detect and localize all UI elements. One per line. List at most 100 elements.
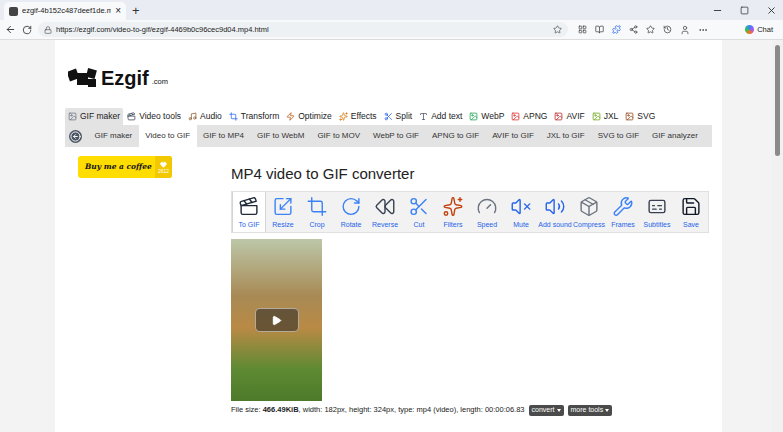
sub-nav-item[interactable]: AVIF to GIF [486,125,541,147]
address-toolbar: https://ezgif.com/video-to-gif/ezgif-446… [0,20,783,40]
tool-button[interactable]: Reverse [368,192,402,232]
tab-bar: ezgif-4b152c487deef1de.mp4 - M× + [0,0,783,20]
url-field[interactable]: https://ezgif.com/video-to-gif/ezgif-446… [38,22,568,37]
nav-item[interactable]: JXL [589,108,622,125]
sub-nav-item[interactable]: GIF to MP4 [197,125,251,147]
tool-icon [238,196,260,217]
tool-icon [272,196,294,217]
tool-button[interactable]: Resize [266,192,300,232]
nav-icon [229,112,238,121]
tool-button[interactable]: Mute [504,192,538,232]
menu-icon[interactable] [698,25,708,35]
tool-icon [578,196,600,217]
tool-icon [340,196,362,217]
nav-item[interactable]: Transform [226,108,282,125]
sidebar: Buy me a coffee2612 [65,147,231,432]
nav-item[interactable]: Add text [416,108,465,125]
tool-button[interactable]: Frames [606,192,640,232]
caret-icon [605,409,609,412]
file-info: File size: 466.49KiB, width: 182px, heig… [231,403,712,417]
favicon-icon [9,7,18,16]
nav-item[interactable]: Video tools [124,108,184,125]
nav-icon [625,112,634,121]
nav-item[interactable]: GIF maker [65,108,123,125]
logo[interactable]: Ezgif.com [68,62,712,94]
tool-icon [646,196,668,217]
nav-item[interactable]: Effects [336,108,380,125]
tab-close-button[interactable]: × [115,6,121,16]
sub-nav-item[interactable]: WebP to GIF [367,125,426,147]
nav-item[interactable]: AVIF [551,108,587,125]
nav-item[interactable]: WebP [466,108,507,125]
nav-item[interactable]: SVG [622,108,658,125]
sub-nav: GIF makerVideo to GIFGIF to MP4GIF to We… [65,125,712,147]
chat-button[interactable]: Chat [740,23,778,37]
nav-icon [68,112,77,121]
nav-icon [188,112,197,121]
tool-icon [442,196,464,217]
sub-nav-item[interactable]: Video to GIF [139,125,197,147]
scrollbar[interactable] [772,40,783,432]
tool-button[interactable]: Compress [572,192,606,232]
refresh-icon[interactable] [22,25,32,35]
sub-nav-item[interactable]: SVG to GIF [591,125,645,147]
tool-button[interactable]: To GIF [232,192,266,232]
browser-window: ezgif-4b152c487deef1de.mp4 - M× + https://… [0,0,783,432]
sub-nav-item[interactable]: GIF to MOV [311,125,367,147]
nav-icon [127,112,136,121]
nav-item[interactable]: APNG [508,108,550,125]
reader-icon[interactable] [595,25,604,34]
scrollbar-thumb[interactable] [775,45,780,156]
maximize-icon[interactable] [740,6,749,15]
tool-icon [510,196,532,217]
browser-tab[interactable]: ezgif-4b152c487deef1de.mp4 - M× [4,2,126,20]
tool-icon [544,196,566,217]
favorite-icon[interactable] [553,25,562,34]
tool-icon [374,196,396,217]
nav-icon [592,112,601,121]
sub-nav-item[interactable]: JXL to GIF [540,125,591,147]
tool-button[interactable]: Cut [402,192,436,232]
tool-button[interactable]: Subtitles [640,192,674,232]
play-button[interactable] [255,308,299,332]
minimize-icon[interactable] [712,5,723,16]
dropdown-button[interactable]: convert [529,405,564,416]
apps-icon[interactable] [578,25,587,34]
tool-icon [612,196,634,217]
tool-icon [306,196,328,217]
share-icon[interactable] [629,25,638,34]
sub-nav-item[interactable]: GIF analyzer [646,125,705,147]
tool-button[interactable]: Save [674,192,708,232]
extension-icon[interactable] [612,25,621,34]
nav-item[interactable]: Optimize [283,108,335,125]
sub-nav-item[interactable]: APNG to GIF [426,125,486,147]
history-icon[interactable] [663,25,672,34]
content: Ezgif.com GIF makerVideo toolsAudioTransf… [55,40,722,432]
new-tab-button[interactable]: + [132,4,140,17]
page: Ezgif.com GIF makerVideo toolsAudioTransf… [0,40,772,432]
tool-button[interactable]: Add sound [538,192,572,232]
sub-nav-item[interactable]: GIF maker [88,125,139,147]
nav-icon [384,112,393,121]
nav-icon [511,112,520,121]
dropdown-button[interactable]: more tools [568,405,613,416]
video-player[interactable] [231,239,322,401]
home-icon [70,131,81,142]
sub-nav-item[interactable]: GIF to WebM [250,125,310,147]
tool-button[interactable]: Filters [436,192,470,232]
tool-button[interactable]: Speed [470,192,504,232]
tool-button[interactable]: Rotate [334,192,368,232]
copilot-icon [745,25,754,34]
back-home-button[interactable] [69,130,82,143]
main-nav: GIF makerVideo toolsAudioTransformOptimi… [65,108,712,125]
nav-item[interactable]: Audio [185,108,225,125]
nav-item[interactable]: Split [381,108,416,125]
close-icon[interactable] [766,5,777,16]
tool-button[interactable]: Crop [300,192,334,232]
profile-icon[interactable] [680,25,690,35]
back-icon[interactable] [5,24,16,35]
favorites-icon[interactable] [646,25,655,34]
coffee-button[interactable]: Buy me a coffee2612 [78,156,172,178]
logo-icon [68,67,98,89]
tool-icon [408,196,430,217]
